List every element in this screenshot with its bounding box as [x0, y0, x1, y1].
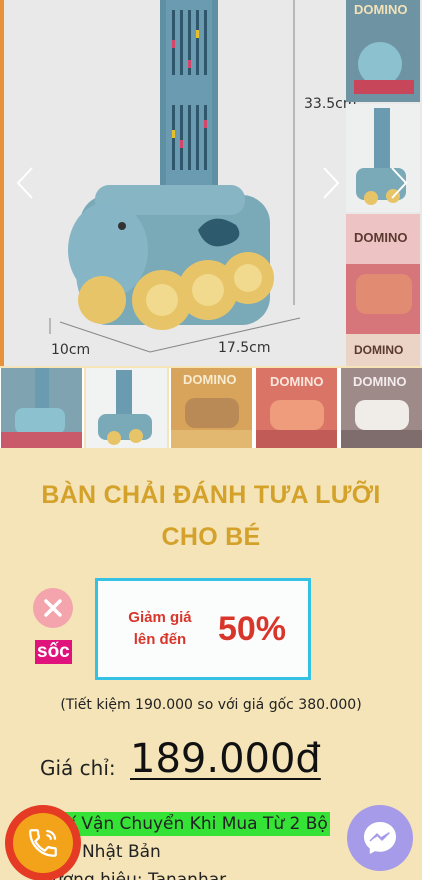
price-value: 189.000đ — [130, 736, 321, 782]
phone-icon — [29, 829, 57, 857]
svg-text:DOMINO: DOMINO — [354, 230, 407, 245]
close-circle-icon — [33, 588, 73, 628]
saving-text: (Tiết kiệm 190.000 so với giá gốc 380.00… — [60, 697, 362, 713]
messenger-button[interactable] — [347, 805, 413, 871]
discount-label: Giảm giá lên đến — [128, 609, 192, 648]
shock-label: sốc — [35, 640, 72, 664]
feature-brand: ương hiệu: Tananhar — [52, 870, 227, 880]
gallery-prev-arrow[interactable] — [10, 165, 40, 201]
product-title: BÀN CHẢI ĐÁNH TƯA LƯỠI CHO BÉ — [0, 474, 422, 558]
chevron-right-icon — [391, 167, 408, 199]
dimension-width-label: 10cm — [51, 342, 91, 358]
svg-text:DOMINO: DOMINO — [354, 343, 403, 357]
svg-text:DOMINO: DOMINO — [353, 374, 406, 389]
price-label: Giá chỉ: — [40, 756, 116, 780]
messenger-icon — [364, 822, 396, 854]
thumbnail-strip: DOMINO DOMINO DOMINO — [0, 366, 422, 450]
thumbnail-4[interactable]: DOMINO — [256, 368, 337, 448]
gallery-next-arrow[interactable] — [316, 165, 346, 201]
svg-text:DOMINO: DOMINO — [270, 374, 323, 389]
discount-value: 50% — [217, 609, 287, 648]
chevron-left-icon — [16, 167, 33, 199]
product-title-line2: CHO BÉ — [161, 523, 261, 551]
discount-box: Giảm giá lên đến 50% — [95, 578, 311, 680]
thumbnail-2[interactable] — [84, 366, 169, 450]
svg-text:DOMINO: DOMINO — [183, 372, 236, 387]
chevron-right-icon — [323, 167, 340, 199]
svg-text:DOMINO: DOMINO — [354, 2, 407, 17]
product-main-image — [49, 0, 301, 353]
thumbnail-3[interactable]: DOMINO — [171, 368, 252, 448]
thumbs-next-arrow[interactable] — [384, 165, 414, 201]
call-button[interactable] — [5, 805, 81, 880]
product-title-line1: BÀN CHẢI ĐÁNH TƯA LƯỠI — [41, 481, 381, 509]
product-gallery[interactable]: 33.5cm 10cm 17.5cm DOMINO DOMINO DOMINO — [0, 0, 422, 366]
call-button-inner — [13, 813, 73, 873]
thumbnail-5[interactable]: DOMINO — [341, 368, 422, 448]
side-preview-1[interactable]: DOMINO — [346, 0, 420, 102]
thumbnail-1[interactable] — [1, 368, 82, 448]
side-preview-3[interactable]: DOMINO DOMINO — [346, 214, 420, 366]
dimension-length-label: 17.5cm — [218, 340, 271, 356]
